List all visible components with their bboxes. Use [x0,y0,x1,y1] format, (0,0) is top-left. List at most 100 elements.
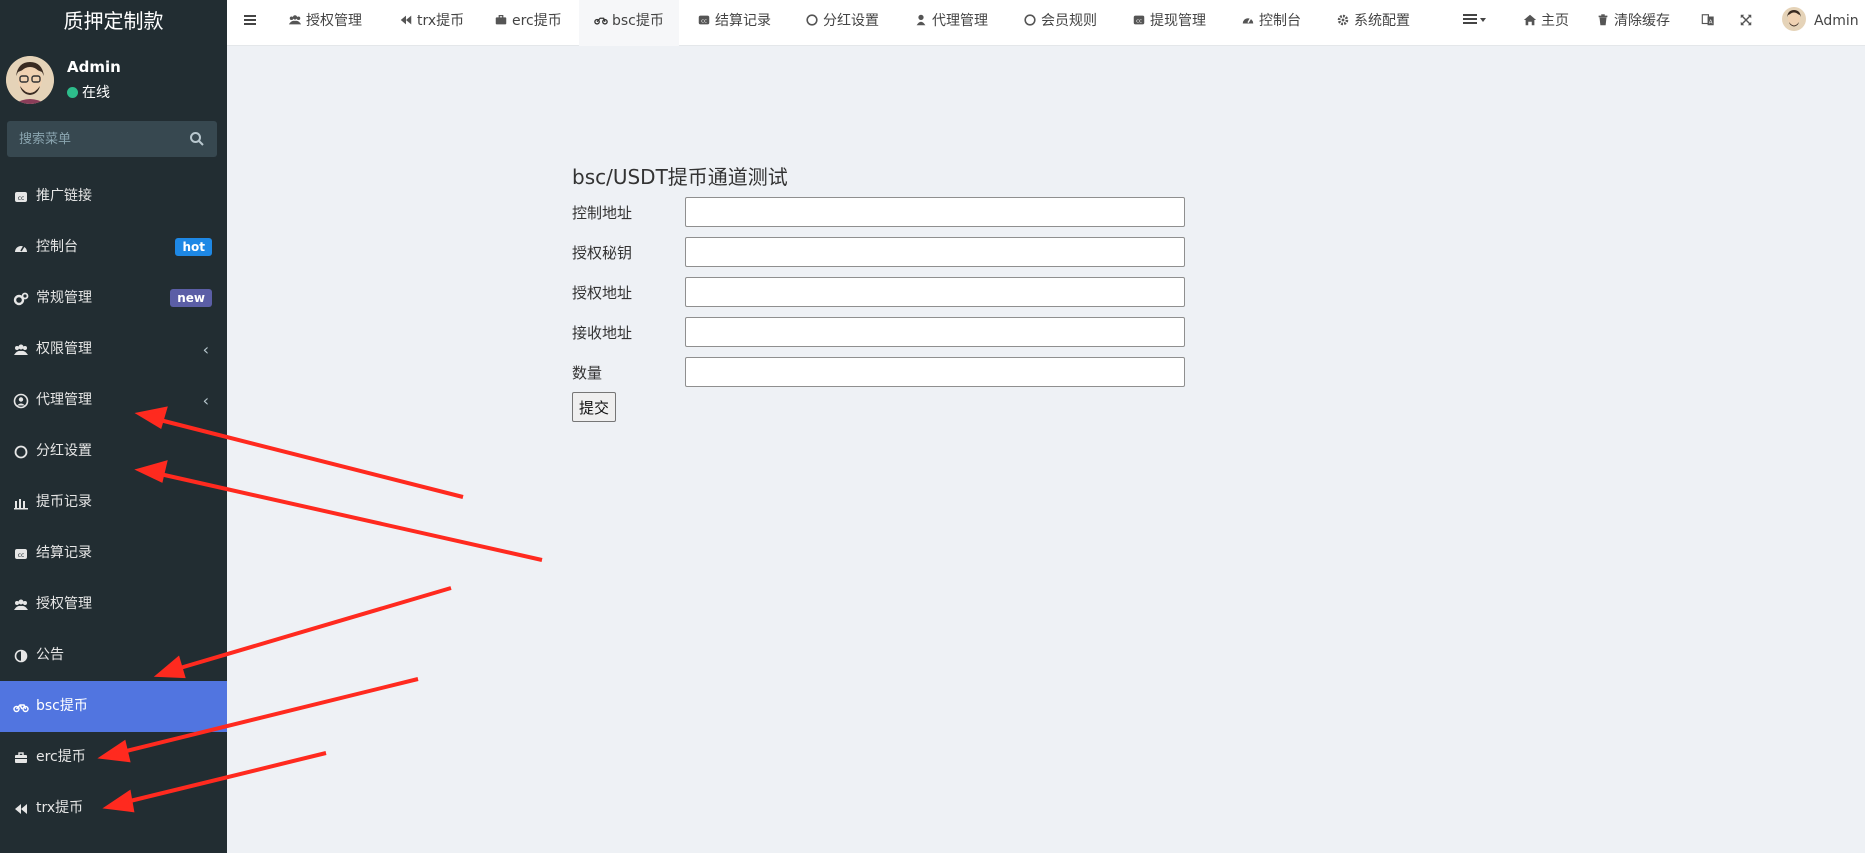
sidebar-item-label: 常规管理 [36,290,92,306]
page-title: bsc/USDT提币通道测试 [572,165,788,189]
sidebar-item-label: 公告 [36,647,64,663]
translate-icon: A [1701,14,1714,26]
online-status: 在线 [67,82,110,102]
clear-cache-label: 清除缓存 [1614,13,1670,29]
tab-bsc-withdraw[interactable]: bsc提币 [579,0,679,46]
user-menu[interactable]: Admin [1782,0,1859,46]
tab-agents[interactable]: 代理管理 [914,0,988,46]
svg-text:cc: cc [1136,19,1142,25]
hamburger-icon [244,15,256,25]
home-label: 主页 [1541,13,1569,29]
control-address-input[interactable] [685,197,1185,227]
sidebar-item-label: 授权管理 [36,596,92,612]
sidebar-item-withdraw-records[interactable]: 提币记录 [0,477,227,528]
sidebar-item-promo-link[interactable]: cc 推广链接 [0,171,227,222]
cogs-icon [13,292,29,306]
auth-address-input[interactable] [685,277,1185,307]
circle-icon [1024,14,1036,26]
translate-button[interactable]: A [1701,0,1719,46]
svg-text:cc: cc [18,195,25,202]
receive-address-input[interactable] [685,317,1185,347]
sidebar-item-label: 权限管理 [36,341,92,357]
user-circle-icon [13,393,29,409]
sidebar-item-label: 代理管理 [36,392,92,408]
submit-button[interactable]: 提交 [572,392,617,422]
sidebar-item-label: bsc提币 [36,698,88,714]
svg-text:cc: cc [701,19,707,25]
tab-trx-withdraw[interactable]: trx提币 [399,0,464,46]
user-name: Admin [67,58,121,76]
field-label-control-address: 控制地址 [572,204,633,222]
tab-label: 会员规则 [1041,13,1097,29]
sidebar-item-label: 结算记录 [36,545,92,561]
bars-chart-icon [14,499,28,510]
sidebar-item-erc-withdraw[interactable]: erc提币 [0,732,227,783]
sidebar-item-label: 控制台 [36,239,78,255]
list-dropdown-icon [1463,14,1486,24]
sidebar-item-trx-withdraw[interactable]: trx提币 [0,783,227,834]
annotation-arrows [97,406,543,813]
sidebar-item-label: trx提币 [36,800,84,816]
tab-settlement[interactable]: cc 结算记录 [697,0,771,46]
tab-label: bsc提币 [612,13,664,29]
sidebar-item-settlement[interactable]: cc 结算记录 [0,528,227,579]
search-icon[interactable] [189,131,205,147]
users-icon [14,599,28,610]
fullscreen-button[interactable] [1739,0,1757,46]
cc-icon: cc [15,549,27,559]
svg-text:A: A [1709,20,1713,26]
tab-label: 代理管理 [932,13,988,29]
tab-label: 提现管理 [1150,13,1206,29]
motorcycle-icon [13,704,29,713]
tab-label: 分红设置 [823,13,879,29]
clear-cache-button[interactable]: 清除缓存 [1596,0,1670,46]
sidebar-item-announcement[interactable]: 公告 [0,630,227,681]
sidebar-item-permissions[interactable]: 权限管理 ‹ [0,324,227,375]
sidebar-item-label: 分红设置 [36,443,92,459]
svg-text:cc: cc [18,552,25,559]
brand-logo[interactable]: 质押定制款 [0,0,227,44]
tab-list-dropdown[interactable] [1463,0,1487,46]
avatar [1782,7,1806,31]
briefcase-icon [15,752,27,763]
online-dot-icon [67,87,78,98]
hot-badge: hot [175,238,212,256]
tab-label: 结算记录 [715,13,771,29]
tab-label: trx提币 [417,13,465,29]
tab-label: erc提币 [512,13,562,29]
home-icon [1523,14,1537,26]
tab-erc-withdraw[interactable]: erc提币 [494,0,562,46]
sidebar-toggle[interactable] [243,0,261,46]
circle-icon [806,14,818,26]
user-menu-label: Admin [1814,13,1859,29]
sidebar-item-label: erc提币 [36,749,86,765]
sidebar-item-bsc-withdraw[interactable]: bsc提币 [0,681,227,732]
sidebar-item-dividend[interactable]: 分红设置 [0,426,227,477]
chevron-left-icon: ‹ [202,340,209,359]
amount-input[interactable] [685,357,1185,387]
gear-icon [1337,14,1349,26]
tab-dividend[interactable]: 分红设置 [805,0,879,46]
adjust-icon [14,649,28,663]
tab-member-rules[interactable]: 会员规则 [1023,0,1097,46]
avatar [6,56,54,104]
users-icon [288,15,302,25]
home-link[interactable]: 主页 [1523,0,1569,46]
dashboard-icon [15,245,27,252]
status-label: 在线 [82,85,110,101]
auth-key-input[interactable] [685,237,1185,267]
sidebar-item-agents[interactable]: 代理管理 ‹ [0,375,227,426]
fullscreen-icon [1740,14,1752,26]
tab-dashboard[interactable]: 控制台 [1241,0,1301,46]
menu-search-input[interactable] [7,121,177,157]
sidebar-item-dashboard[interactable]: 控制台 hot [0,222,227,273]
tab-authorization[interactable]: 授权管理 [288,0,362,46]
motorcycle-icon [594,17,608,25]
tab-withdraw-management[interactable]: cc 提现管理 [1132,0,1206,46]
sidebar-item-authorization[interactable]: 授权管理 [0,579,227,630]
sidebar-item-general[interactable]: 常规管理 new [0,273,227,324]
field-label-amount: 数量 [572,364,603,382]
tab-system-config[interactable]: 系统配置 [1336,0,1410,46]
users-icon [14,344,28,355]
briefcase-icon [495,15,507,25]
